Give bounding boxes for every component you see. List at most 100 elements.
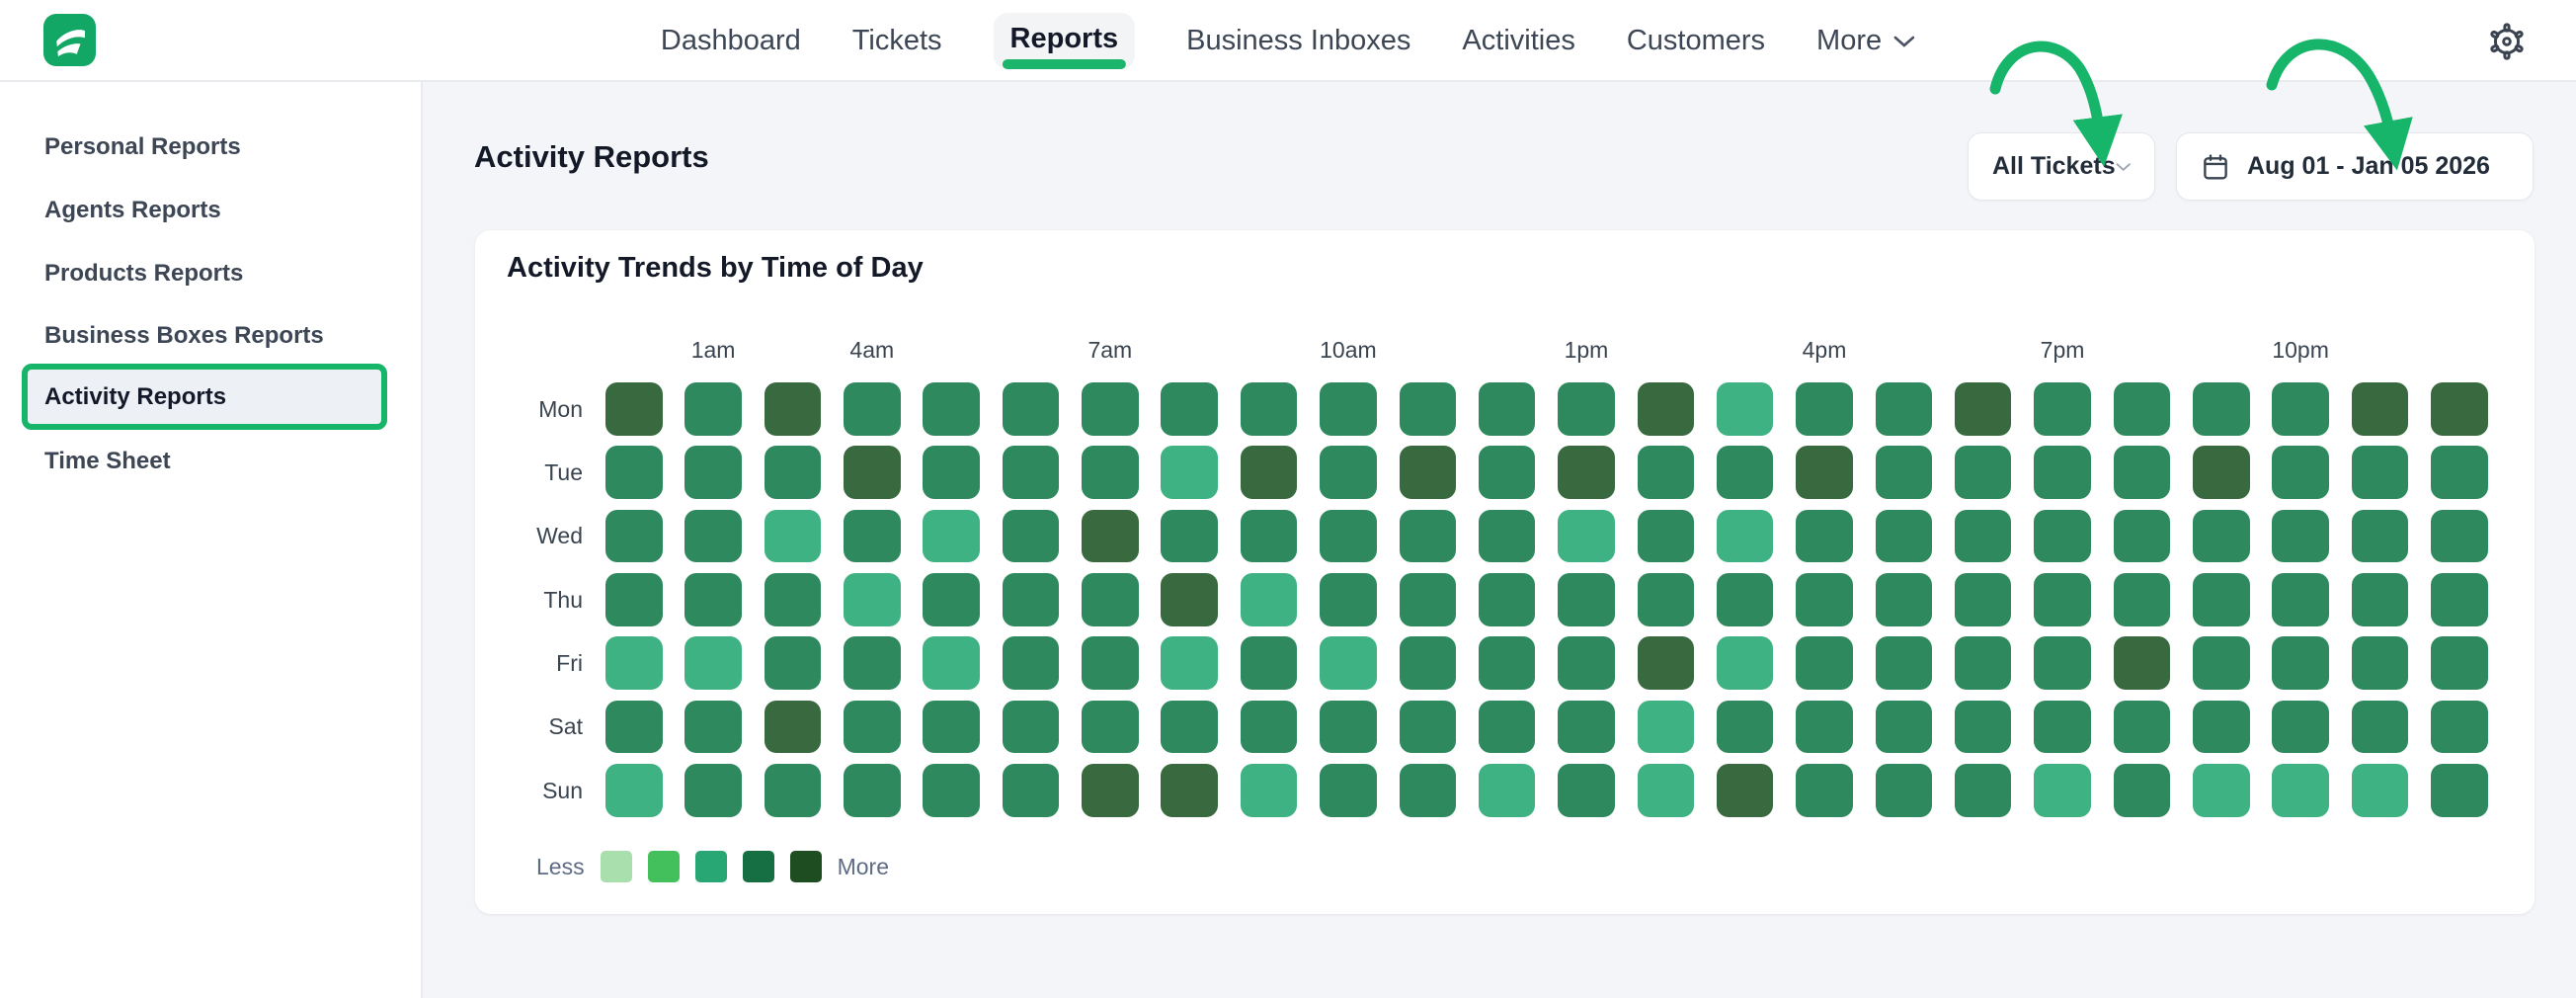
heatmap-cell[interactable]: [1558, 573, 1615, 626]
heatmap-cell[interactable]: [1082, 510, 1139, 563]
heatmap-cell[interactable]: [1479, 573, 1536, 626]
heatmap-cell[interactable]: [1161, 636, 1218, 690]
heatmap-cell[interactable]: [765, 764, 822, 817]
heatmap-cell[interactable]: [2272, 573, 2329, 626]
heatmap-cell[interactable]: [1717, 573, 1774, 626]
heatmap-cell[interactable]: [2034, 382, 2091, 436]
date-range-picker[interactable]: Aug 01 - Jan 05 2026: [2176, 132, 2534, 201]
heatmap-cell[interactable]: [2034, 510, 2091, 563]
sidebar-item-agents-reports[interactable]: Agents Reports: [0, 179, 421, 242]
heatmap-cell[interactable]: [2431, 764, 2488, 817]
heatmap-cell[interactable]: [844, 764, 901, 817]
heatmap-cell[interactable]: [2114, 446, 2171, 499]
heatmap-cell[interactable]: [923, 382, 980, 436]
heatmap-cell[interactable]: [1876, 636, 1933, 690]
heatmap-cell[interactable]: [1876, 446, 1933, 499]
heatmap-cell[interactable]: [1161, 573, 1218, 626]
heatmap-cell[interactable]: [684, 382, 742, 436]
heatmap-cell[interactable]: [2114, 701, 2171, 754]
heatmap-cell[interactable]: [844, 382, 901, 436]
heatmap-cell[interactable]: [1082, 382, 1139, 436]
heatmap-cell[interactable]: [1161, 446, 1218, 499]
heatmap-cell[interactable]: [1638, 764, 1695, 817]
heatmap-cell[interactable]: [1876, 701, 1933, 754]
heatmap-cell[interactable]: [2352, 573, 2409, 626]
heatmap-cell[interactable]: [1717, 701, 1774, 754]
heatmap-cell[interactable]: [1161, 382, 1218, 436]
heatmap-cell[interactable]: [1876, 382, 1933, 436]
heatmap-cell[interactable]: [1400, 701, 1457, 754]
heatmap-cell[interactable]: [2272, 510, 2329, 563]
heatmap-cell[interactable]: [1320, 636, 1377, 690]
heatmap-cell[interactable]: [765, 636, 822, 690]
heatmap-cell[interactable]: [1479, 636, 1536, 690]
heatmap-cell[interactable]: [1320, 764, 1377, 817]
heatmap-cell[interactable]: [605, 764, 663, 817]
heatmap-cell[interactable]: [684, 636, 742, 690]
heatmap-cell[interactable]: [1955, 446, 2012, 499]
heatmap-cell[interactable]: [605, 636, 663, 690]
heatmap-cell[interactable]: [1955, 510, 2012, 563]
heatmap-cell[interactable]: [844, 701, 901, 754]
heatmap-cell[interactable]: [1241, 636, 1298, 690]
heatmap-cell[interactable]: [1717, 382, 1774, 436]
sidebar-item-personal-reports[interactable]: Personal Reports: [0, 116, 421, 179]
heatmap-cell[interactable]: [2193, 636, 2250, 690]
heatmap-cell[interactable]: [2193, 382, 2250, 436]
nav-item-reports[interactable]: Reports: [994, 13, 1136, 69]
heatmap-cell[interactable]: [1796, 510, 1853, 563]
heatmap-cell[interactable]: [2193, 764, 2250, 817]
heatmap-cell[interactable]: [923, 701, 980, 754]
heatmap-cell[interactable]: [1400, 510, 1457, 563]
heatmap-cell[interactable]: [1558, 510, 1615, 563]
heatmap-cell[interactable]: [1796, 701, 1853, 754]
heatmap-cell[interactable]: [2431, 382, 2488, 436]
heatmap-cell[interactable]: [1241, 701, 1298, 754]
tickets-filter-dropdown[interactable]: All Tickets: [1968, 132, 2155, 201]
heatmap-cell[interactable]: [844, 446, 901, 499]
heatmap-cell[interactable]: [1241, 446, 1298, 499]
heatmap-cell[interactable]: [1796, 573, 1853, 626]
app-logo[interactable]: [43, 14, 96, 66]
heatmap-cell[interactable]: [1320, 573, 1377, 626]
sidebar-item-products-reports[interactable]: Products Reports: [0, 242, 421, 305]
heatmap-cell[interactable]: [923, 573, 980, 626]
heatmap-cell[interactable]: [1320, 701, 1377, 754]
heatmap-cell[interactable]: [1003, 701, 1060, 754]
heatmap-cell[interactable]: [1003, 382, 1060, 436]
heatmap-cell[interactable]: [2114, 510, 2171, 563]
settings-gear-button[interactable]: [2486, 21, 2528, 62]
heatmap-cell[interactable]: [1320, 510, 1377, 563]
heatmap-cell[interactable]: [2034, 764, 2091, 817]
heatmap-cell[interactable]: [2272, 636, 2329, 690]
heatmap-cell[interactable]: [923, 510, 980, 563]
heatmap-cell[interactable]: [2193, 573, 2250, 626]
heatmap-cell[interactable]: [2431, 573, 2488, 626]
heatmap-cell[interactable]: [1082, 764, 1139, 817]
heatmap-cell[interactable]: [2272, 764, 2329, 817]
heatmap-cell[interactable]: [1082, 701, 1139, 754]
heatmap-cell[interactable]: [1161, 701, 1218, 754]
heatmap-cell[interactable]: [605, 573, 663, 626]
heatmap-cell[interactable]: [2034, 701, 2091, 754]
heatmap-cell[interactable]: [2193, 701, 2250, 754]
heatmap-cell[interactable]: [684, 510, 742, 563]
heatmap-cell[interactable]: [605, 701, 663, 754]
heatmap-cell[interactable]: [1638, 701, 1695, 754]
heatmap-cell[interactable]: [1479, 510, 1536, 563]
heatmap-cell[interactable]: [684, 573, 742, 626]
heatmap-cell[interactable]: [1400, 636, 1457, 690]
heatmap-cell[interactable]: [1558, 636, 1615, 690]
heatmap-cell[interactable]: [1241, 573, 1298, 626]
heatmap-cell[interactable]: [2272, 446, 2329, 499]
heatmap-cell[interactable]: [2272, 382, 2329, 436]
heatmap-cell[interactable]: [1955, 382, 2012, 436]
heatmap-cell[interactable]: [2352, 636, 2409, 690]
heatmap-cell[interactable]: [1400, 573, 1457, 626]
heatmap-cell[interactable]: [2114, 636, 2171, 690]
heatmap-cell[interactable]: [1796, 764, 1853, 817]
heatmap-cell[interactable]: [1638, 446, 1695, 499]
heatmap-cell[interactable]: [765, 382, 822, 436]
heatmap-cell[interactable]: [2431, 701, 2488, 754]
heatmap-cell[interactable]: [1400, 382, 1457, 436]
